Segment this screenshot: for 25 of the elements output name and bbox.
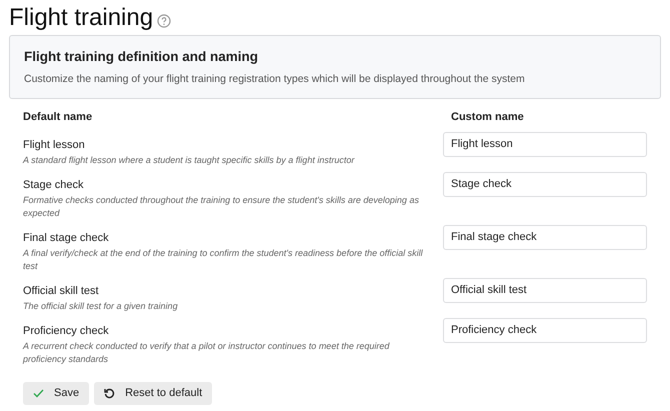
type-name: Official skill test — [23, 284, 100, 299]
page-title: Flight training — [9, 3, 154, 33]
custom-name-field[interactable]: Official skill test — [443, 278, 647, 302]
column-header: Default name — [23, 111, 92, 123]
check-icon — [33, 389, 44, 398]
panel-description: Customize the naming of your flight training registration types which will be displayed throughout the system — [24, 72, 526, 86]
custom-name-field[interactable]: Proficiency check — [443, 318, 647, 342]
custom-name-field[interactable]: Stage check — [443, 172, 647, 196]
reset-button[interactable]: Reset to default — [94, 382, 212, 405]
save-button[interactable]: Save — [23, 382, 90, 405]
type-name: Final stage check — [23, 231, 110, 246]
panel-heading: Flight training definition and naming — [24, 48, 259, 66]
column-header: Custom name — [451, 111, 524, 123]
type-name: Proficiency check — [23, 324, 110, 339]
type-description: A recurrent check conducted to verify that a pilot or instructor continues to meet the required proficiency standards — [23, 340, 390, 366]
type-description: A final verify/check at the end of the training to confirm the student's readiness before the official skill test — [23, 247, 424, 273]
type-description: A standard flight lesson where a student is taught specific skills by a flight instructor — [23, 154, 356, 167]
help-icon[interactable] — [157, 14, 172, 28]
type-name: Flight lesson — [23, 138, 86, 153]
undo-icon — [104, 388, 116, 399]
custom-name-field[interactable]: Final stage check — [443, 224, 647, 250]
type-description: The official skill test for a given training — [23, 300, 179, 313]
custom-name-field[interactable]: Flight lesson — [443, 132, 647, 156]
type-description: Formative checks conducted throughout the training to ensure the student's skills are developing as expected — [23, 194, 420, 220]
type-name: Stage check — [23, 178, 85, 193]
